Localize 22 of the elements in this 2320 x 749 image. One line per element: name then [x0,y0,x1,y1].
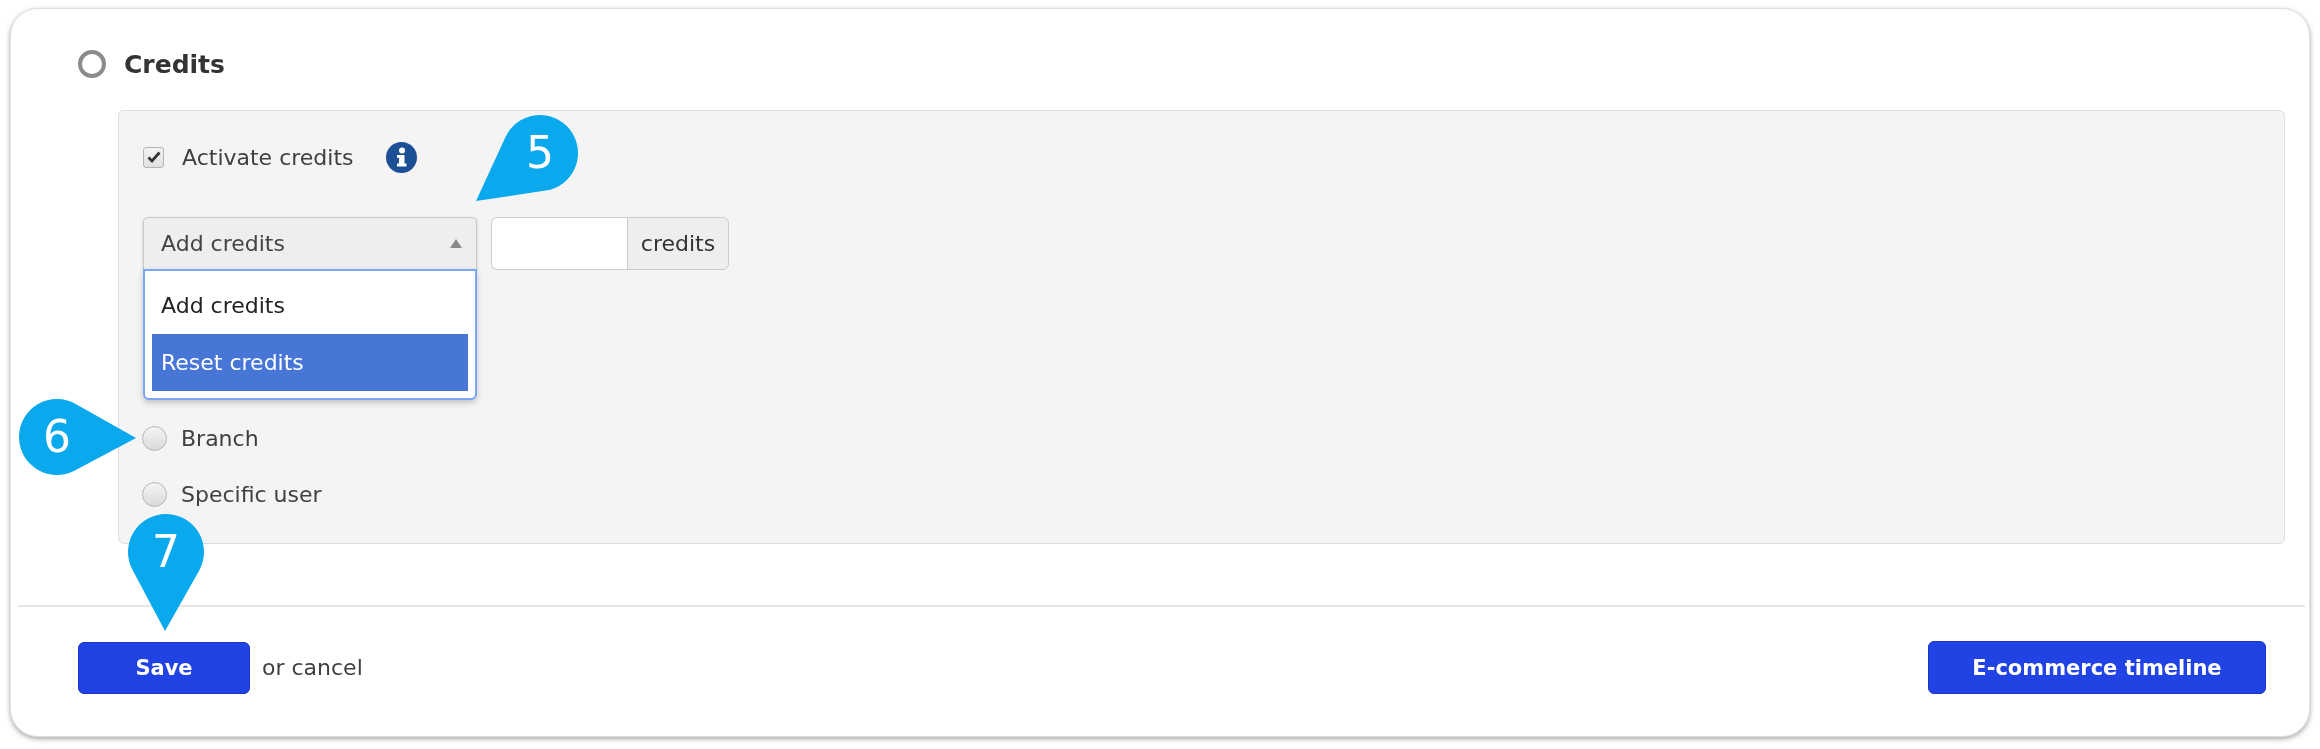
callout-number: 7 [152,530,180,574]
radio-button[interactable] [142,425,167,451]
save-button[interactable]: Save [78,641,250,694]
checkbox-label: Activate credits [182,144,354,170]
check-icon [146,151,161,163]
radio-button[interactable] [142,481,167,507]
section-title: Credits [124,49,225,79]
dropdown-select[interactable]: Add credits [143,217,477,270]
cancel-text[interactable]: or cancel [262,655,363,680]
callout-number: 5 [526,131,554,175]
checkbox[interactable] [143,146,164,168]
callout-number: 6 [43,415,71,459]
amount-input[interactable] [491,217,627,270]
radio-label: Branch [181,425,259,451]
timeline-button[interactable]: E-commerce timeline [1928,641,2266,694]
dropdown-option[interactable]: Reset credits [152,334,468,391]
unit-addon: credits [627,217,729,270]
info-icon[interactable] [385,141,417,173]
radio-button[interactable] [78,50,106,78]
dropdown-option[interactable]: Add credits [152,277,468,334]
caret-icon [450,239,462,248]
radio-label: Specific user [181,481,322,507]
